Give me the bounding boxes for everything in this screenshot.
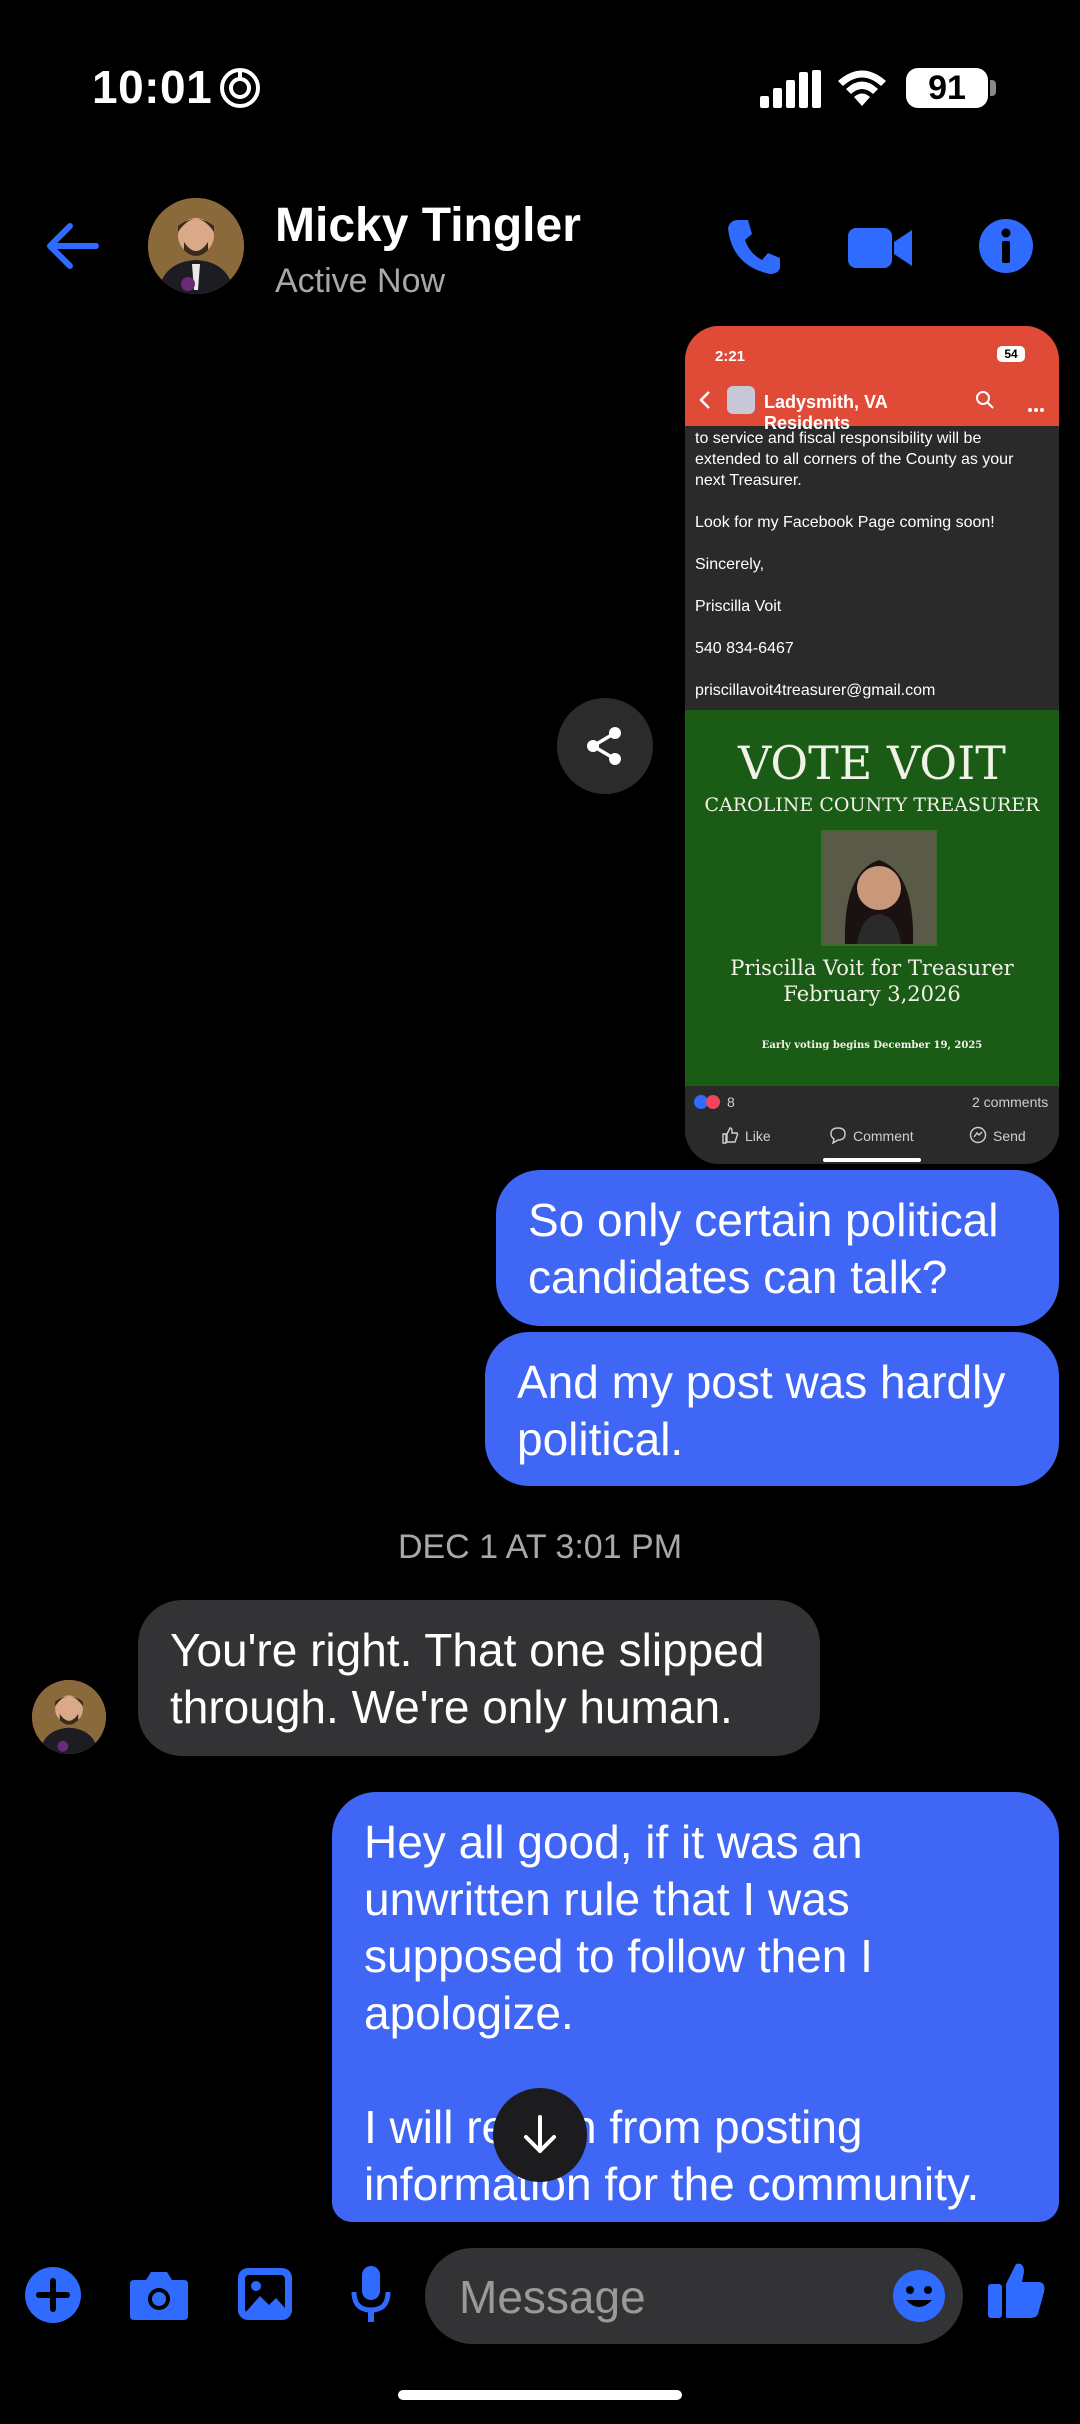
contact-name[interactable]: Micky Tingler bbox=[275, 198, 581, 253]
post-email: priscillavoit4treasurer@gmail.com bbox=[695, 682, 936, 699]
incoming-message[interactable]: You're right. That one slipped through. … bbox=[138, 1600, 820, 1756]
poster-subtitle: CAROLINE COUNTY TREASURER bbox=[704, 794, 1040, 816]
message-composer[interactable] bbox=[425, 2248, 963, 2344]
like-icon bbox=[721, 1126, 739, 1149]
post-line-2: extended to all corners of the County as… bbox=[695, 451, 1014, 468]
screenshot-back-icon bbox=[699, 390, 711, 415]
screenshot-more-icon bbox=[1027, 400, 1045, 418]
video-call-icon[interactable] bbox=[848, 226, 912, 275]
post-line-3: next Treasurer. bbox=[695, 472, 802, 489]
poster-early-voting: Early voting begins December 19, 2025 bbox=[761, 1040, 983, 1051]
image-icon[interactable] bbox=[236, 2266, 294, 2327]
plus-icon[interactable] bbox=[24, 2266, 82, 2329]
comments-count: 2 comments bbox=[972, 1094, 1049, 1110]
screenshot-search-icon bbox=[975, 390, 995, 415]
post-phone: 540 834-6467 bbox=[695, 640, 794, 657]
outgoing-message[interactable]: So only certain political candidates can… bbox=[496, 1170, 1059, 1326]
message-timestamp: DEC 1 AT 3:01 PM bbox=[397, 1528, 683, 1566]
like-label: Like bbox=[745, 1128, 771, 1144]
post-facebook-line: Look for my Facebook Page coming soon! bbox=[695, 514, 995, 531]
message-paragraph: Hey all good, if it was an unwritten rul… bbox=[364, 1816, 873, 2039]
message-input[interactable] bbox=[457, 2266, 861, 2328]
message-paragraph: I will refrain from posting information … bbox=[364, 2101, 980, 2210]
outgoing-message[interactable]: And my post was hardly political. bbox=[485, 1332, 1059, 1486]
screenshot-footer: 8 2 comments Like Comment Send bbox=[685, 1086, 1059, 1164]
share-icon bbox=[587, 727, 621, 765]
status-time: 10:01 bbox=[92, 61, 213, 113]
outgoing-message[interactable]: Hey all good, if it was an unwritten rul… bbox=[332, 1792, 1059, 2222]
sender-avatar bbox=[32, 1680, 106, 1754]
contact-status: Active Now bbox=[275, 262, 446, 300]
poster-title: VOTE VOIT bbox=[738, 736, 1006, 790]
comment-underline bbox=[823, 1158, 921, 1162]
camera-icon[interactable] bbox=[128, 2268, 190, 2327]
wifi-icon bbox=[836, 68, 888, 113]
info-icon[interactable] bbox=[978, 218, 1034, 279]
scroll-to-bottom-button[interactable] bbox=[493, 2088, 587, 2182]
comment-icon bbox=[829, 1126, 847, 1149]
home-indicator bbox=[398, 2390, 682, 2400]
group-avatar bbox=[727, 386, 755, 414]
reactions-count: 8 bbox=[727, 1094, 735, 1110]
send-label: Send bbox=[993, 1128, 1026, 1144]
signal-icon bbox=[760, 70, 822, 113]
back-arrow-icon[interactable] bbox=[44, 222, 100, 275]
shared-screenshot[interactable]: 2:21 54 Ladysmith, VA Residents to servi… bbox=[685, 326, 1059, 1164]
post-sincerely: Sincerely, bbox=[695, 556, 765, 573]
arrow-down-icon bbox=[524, 2115, 556, 2153]
comment-label: Comment bbox=[853, 1128, 914, 1144]
focus-icon bbox=[218, 66, 262, 115]
battery-tip bbox=[990, 80, 996, 96]
campaign-poster: VOTE VOIT CAROLINE COUNTY TREASURER Pris… bbox=[685, 710, 1059, 1086]
thumbs-up-icon[interactable] bbox=[986, 2258, 1046, 2327]
microphone-icon[interactable] bbox=[350, 2264, 392, 2331]
share-button[interactable] bbox=[557, 698, 653, 794]
battery-indicator: 91 bbox=[906, 68, 988, 108]
candidate-photo bbox=[821, 830, 937, 946]
contact-avatar[interactable] bbox=[148, 198, 244, 294]
post-line-1: to service and fiscal responsibility wil… bbox=[695, 430, 982, 447]
reaction-icons bbox=[693, 1094, 725, 1115]
screenshot-battery: 54 bbox=[997, 346, 1025, 362]
poster-line-2: February 3,2026 bbox=[783, 982, 961, 1006]
send-icon bbox=[969, 1126, 987, 1149]
poster-line-1: Priscilla Voit for Treasurer bbox=[730, 956, 1014, 980]
post-signature: Priscilla Voit bbox=[695, 598, 782, 615]
phone-call-icon[interactable] bbox=[726, 216, 782, 281]
emoji-icon[interactable] bbox=[891, 2268, 947, 2329]
